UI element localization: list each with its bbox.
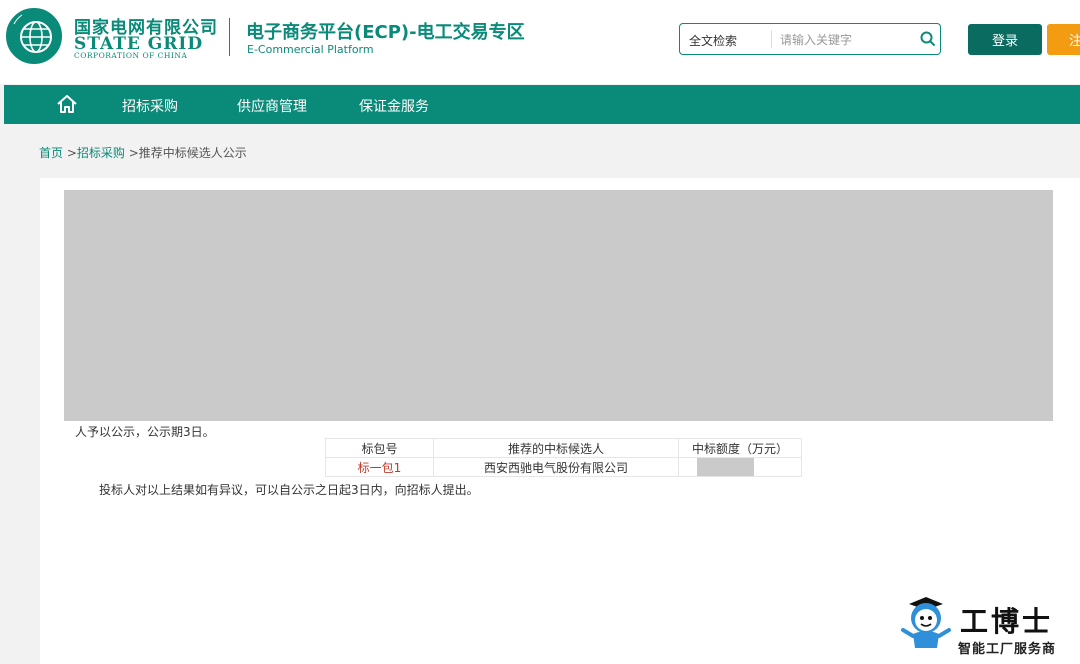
breadcrumb-separator: > [124,146,139,160]
breadcrumb: 首页 >招标采购 >推荐中标候选人公示 [39,144,247,161]
search-icon[interactable] [920,31,936,47]
site-header: 国家电网有限公司 STATE GRID CORPORATION OF CHINA… [0,0,1080,84]
notice-intro-text: 人予以公示，公示期3日。 [75,425,215,439]
table-cell-candidate: 西安西驰电气股份有限公司 [433,457,679,477]
nav-item-bidding[interactable]: 招标采购 [122,96,178,116]
table-row: 标一包1 西安西驰电气股份有限公司 [325,457,802,477]
state-grid-logo-icon[interactable] [6,8,62,64]
platform-title: 电子商务平台(ECP)-电工交易专区 [246,22,525,43]
search-box: 全文检索 [679,23,941,55]
table-header-candidate: 推荐的中标候选人 [433,438,679,458]
breadcrumb-current: 推荐中标候选人公示 [138,146,247,160]
watermark-title: 工博士 [960,605,1054,638]
main-nav: 招标采购 供应商管理 保证金服务 [4,85,1080,124]
table-header-package: 标包号 [325,438,434,458]
search-input[interactable] [778,28,912,52]
table-cell-package: 标一包1 [325,457,434,477]
nav-item-deposit-service[interactable]: 保证金服务 [359,96,429,116]
header-divider [229,18,230,56]
nav-item-supplier-management[interactable]: 供应商管理 [237,96,307,116]
search-type-select[interactable]: 全文检索 [689,32,737,49]
breadcrumb-section[interactable]: 招标采购 [77,146,125,160]
home-icon[interactable] [56,93,78,115]
table-cell-amount [678,457,802,477]
redacted-amount [696,458,754,476]
platform-subtitle: E-Commercial Platform [247,43,374,56]
candidate-table: 标包号 推荐的中标候选人 中标额度（万元） 标一包1 西安西驰电气股份有限公司 [325,438,802,477]
search-divider [771,30,772,48]
company-name-en-sub: CORPORATION OF CHINA [74,51,188,60]
objection-notice-text: 投标人对以上结果如有异议，可以自公示之日起3日内，向招标人提出。 [99,483,479,497]
breadcrumb-separator: > [63,146,77,160]
mascot-logo-icon [901,597,951,648]
login-button[interactable]: 登录 [968,24,1042,55]
table-header-amount: 中标额度（万元） [678,438,802,458]
watermark-subtitle: 智能工厂服务商 [958,642,1057,657]
register-button[interactable]: 注 [1047,24,1080,55]
redacted-notice-block [64,190,1053,421]
table-header-row: 标包号 推荐的中标候选人 中标额度（万元） [325,438,802,458]
breadcrumb-home[interactable]: 首页 [39,146,63,160]
